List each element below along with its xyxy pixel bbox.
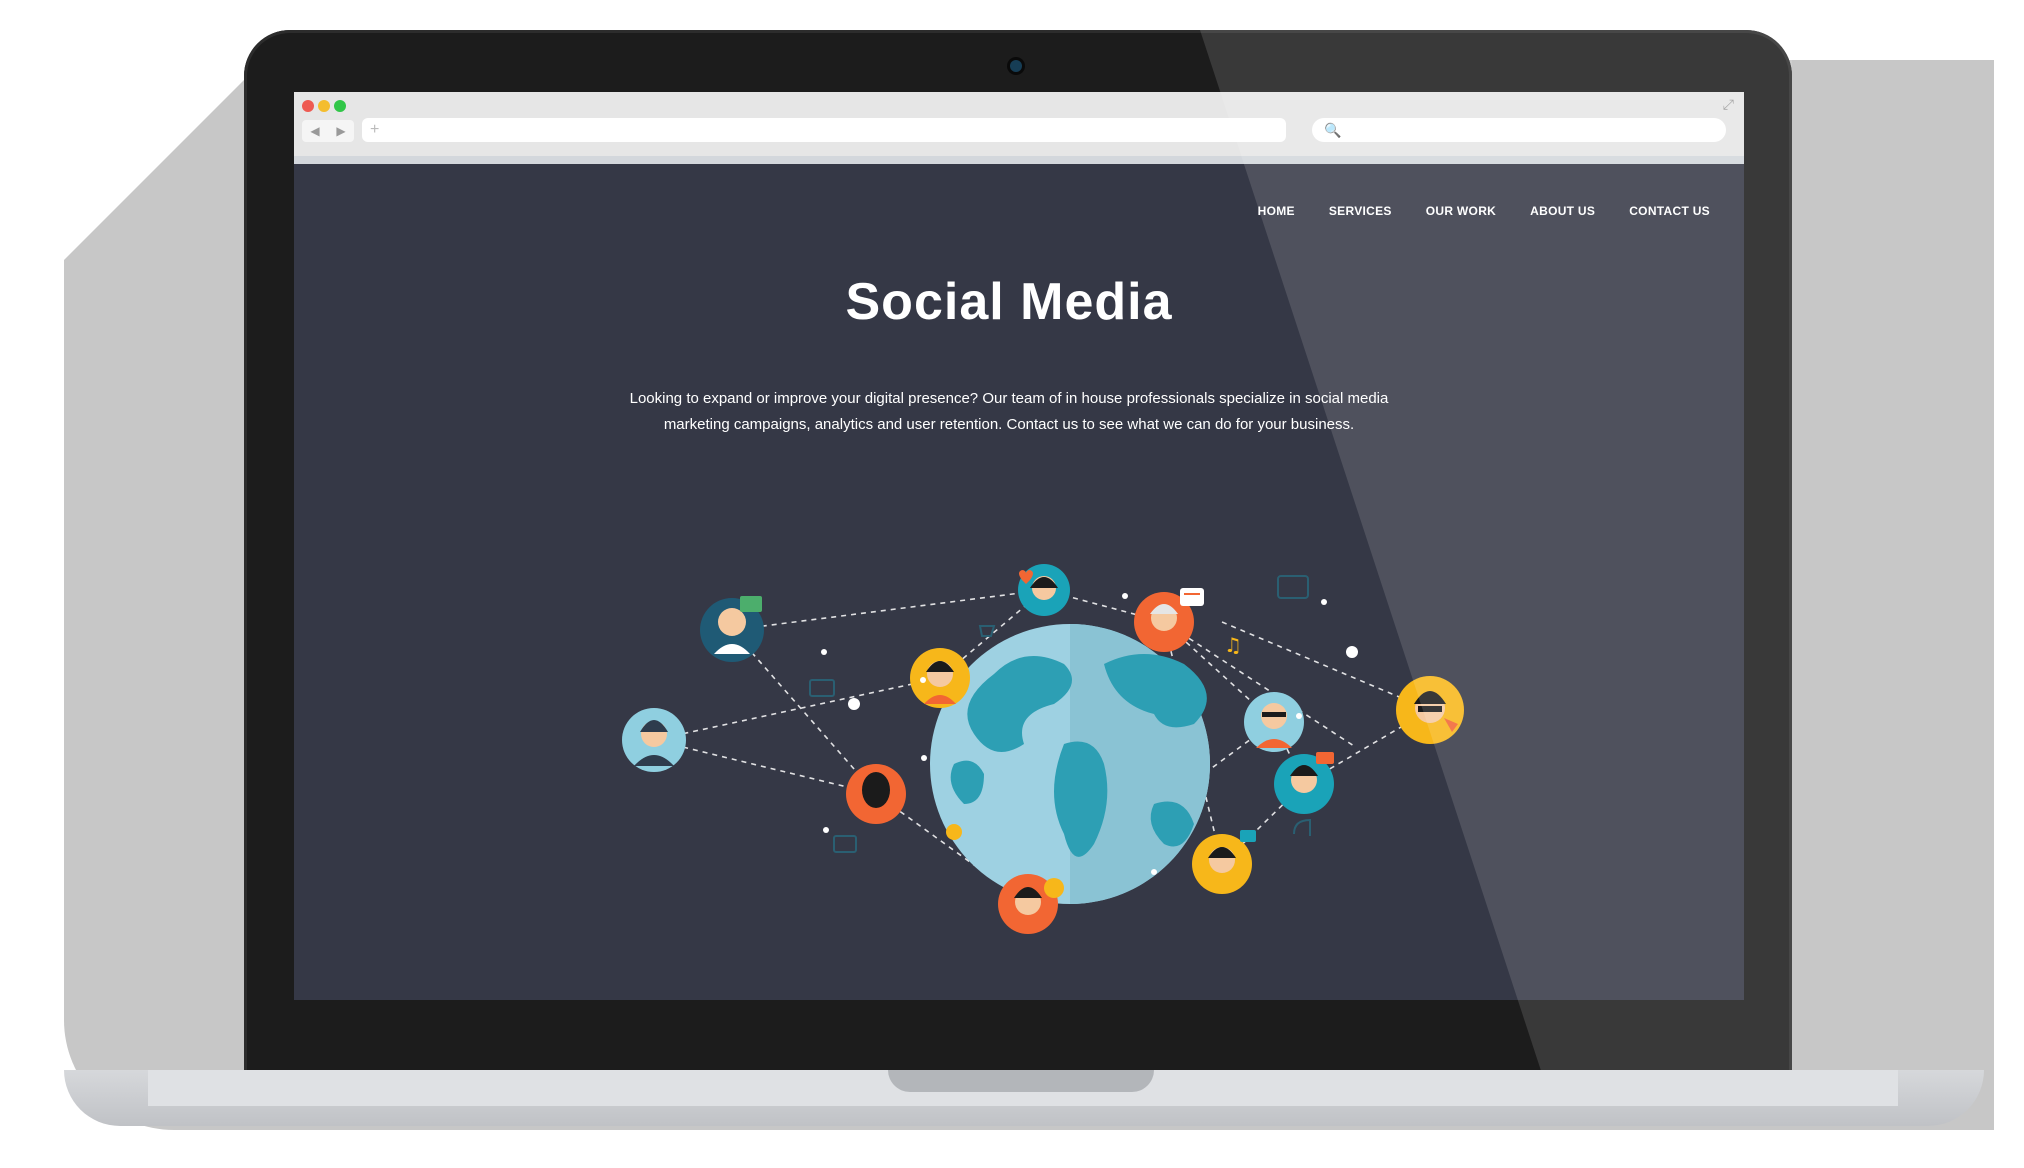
nav-services[interactable]: SERVICES xyxy=(1329,204,1392,218)
back-icon[interactable]: ◀ xyxy=(310,124,319,138)
expand-icon[interactable]: ⤢ xyxy=(1723,96,1734,113)
forward-icon[interactable]: ▶ xyxy=(336,124,345,138)
webcam xyxy=(1010,60,1022,72)
laptop-notch xyxy=(888,1070,1154,1092)
nav-contact-us[interactable]: CONTACT US xyxy=(1629,204,1710,218)
browser-search-field[interactable]: 🔍 xyxy=(1312,118,1726,142)
avatar xyxy=(700,596,764,662)
intro-line-1: Looking to expand or improve your digita… xyxy=(629,390,1389,407)
minimize-window-button[interactable] xyxy=(318,100,330,112)
main-nav: HOME SERVICES OUR WORK ABOUT US CONTACT … xyxy=(1258,204,1710,218)
history-nav: ◀ ▶ xyxy=(302,120,354,142)
close-window-button[interactable] xyxy=(302,100,314,112)
nav-our-work[interactable]: OUR WORK xyxy=(1426,204,1496,218)
nav-about-us[interactable]: ABOUT US xyxy=(1530,204,1595,218)
avatar xyxy=(1134,588,1204,652)
page-title: Social Media xyxy=(845,273,1173,331)
avatar xyxy=(910,648,970,708)
avatar xyxy=(622,708,686,772)
intro-paragraph: Looking to expand or improve your digita… xyxy=(594,386,1424,438)
intro-line-2: marketing campaigns, analytics and user … xyxy=(663,416,1355,433)
laptop-screen: ◀ ▶ + 🔍 ⤢ HOME SERVICES OUR WORK ABOUT U… xyxy=(294,92,1744,1000)
maximize-window-button[interactable] xyxy=(334,100,346,112)
search-icon: 🔍 xyxy=(1324,121,1342,138)
avatar xyxy=(1274,752,1334,814)
avatar xyxy=(1192,830,1256,894)
lightbulb-icon xyxy=(946,824,962,840)
webpage: HOME SERVICES OUR WORK ABOUT US CONTACT … xyxy=(294,164,1744,1000)
avatar xyxy=(1018,564,1070,616)
new-tab-icon[interactable]: + xyxy=(370,121,379,139)
avatar xyxy=(1244,692,1304,752)
avatar xyxy=(846,764,906,824)
address-bar[interactable]: + xyxy=(362,118,1286,142)
social-network-illustration: ♫ xyxy=(622,564,1464,934)
avatar xyxy=(1396,676,1464,744)
music-note-icon: ♫ xyxy=(1224,633,1242,657)
avatar xyxy=(998,874,1064,934)
nav-home[interactable]: HOME xyxy=(1258,204,1295,218)
globe-icon xyxy=(930,624,1210,904)
browser-toolbar: ◀ ▶ + 🔍 ⤢ xyxy=(294,92,1744,164)
